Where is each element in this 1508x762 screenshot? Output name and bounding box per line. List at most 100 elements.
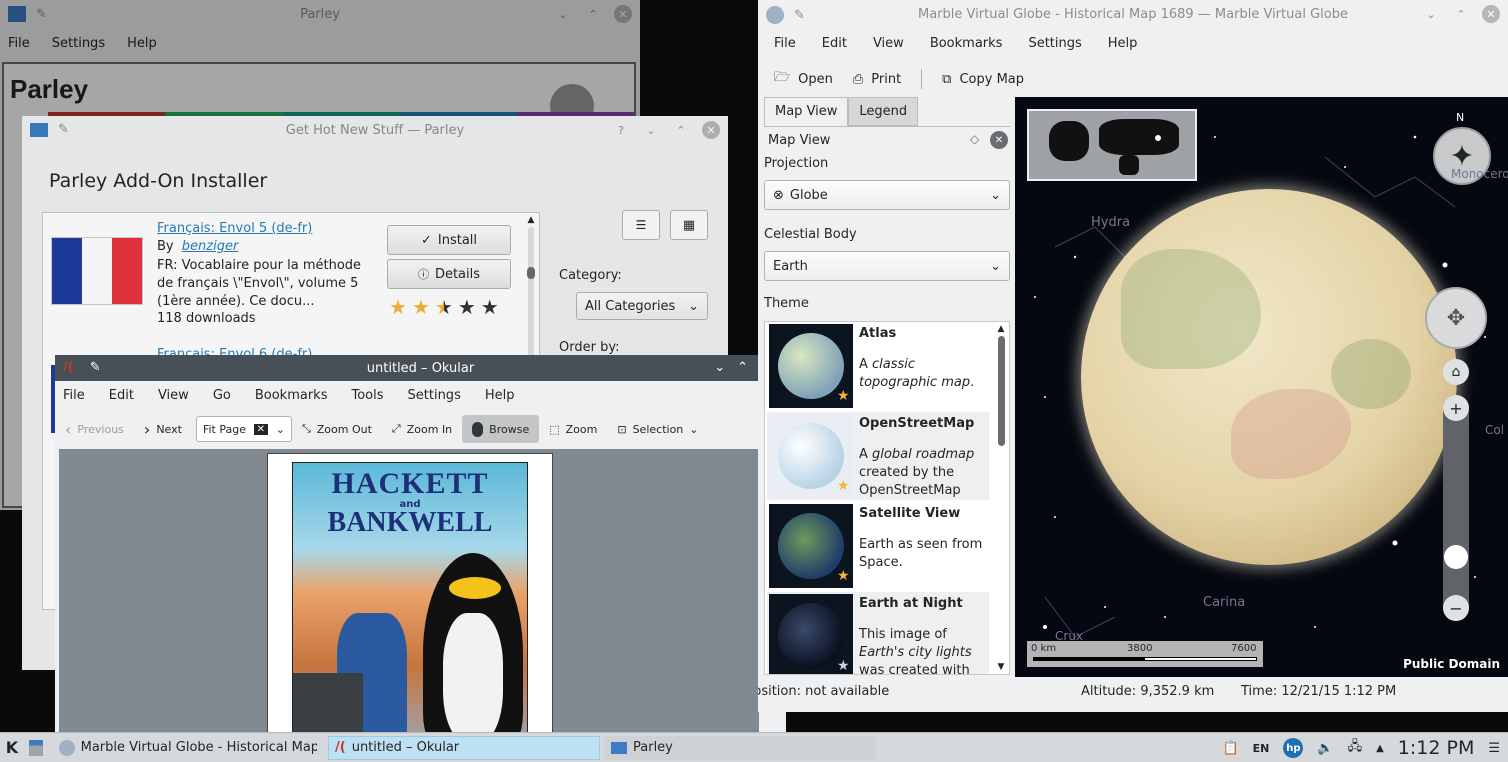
menu-help[interactable]: Help <box>127 36 157 51</box>
pin-icon[interactable]: ✎ <box>36 7 47 22</box>
previous-button[interactable]: ‹ Previous <box>55 415 134 443</box>
celestial-body-select[interactable]: Earth ⌄ <box>764 251 1010 281</box>
show-desktop-button[interactable] <box>24 736 48 760</box>
menu-go[interactable]: Go <box>213 388 231 403</box>
menu-bookmarks[interactable]: Bookmarks <box>930 36 1003 51</box>
author-link[interactable]: benziger <box>182 239 239 254</box>
close-panel-icon[interactable]: ✕ <box>990 131 1008 149</box>
minus-icon: − <box>1449 598 1463 618</box>
zoom-in-button[interactable]: ⤢ Zoom In <box>382 415 462 443</box>
print-button[interactable]: ⎙ Print <box>853 72 901 87</box>
close-icon[interactable]: ✕ <box>1482 5 1500 23</box>
addon-title-link[interactable]: Français: Envol 5 (de-fr) <box>157 221 312 236</box>
navigation-pad[interactable]: ✥ <box>1425 287 1487 349</box>
by-label: By <box>157 239 174 254</box>
menu-help[interactable]: Help <box>1108 36 1138 51</box>
maximize-icon[interactable]: ⌃ <box>672 121 690 139</box>
document-view[interactable]: HACKETT and BANKWELL ▲ <box>59 449 781 735</box>
zoom-out-button[interactable]: − <box>1443 595 1469 621</box>
application-launcher[interactable]: K <box>0 733 24 762</box>
scroll-down-icon[interactable]: ▼ <box>995 662 1007 672</box>
keyboard-layout[interactable]: EN <box>1253 742 1270 755</box>
tab-map-view[interactable]: Map View <box>764 97 849 126</box>
panel-config-icon[interactable]: ☰ <box>1488 741 1500 756</box>
minimize-icon[interactable]: ⌄ <box>554 5 572 23</box>
maximize-icon[interactable]: ⌃ <box>1452 5 1470 23</box>
globe-map-view[interactable]: ✦ N Hydra Monoceros Carina Crux Col ✥ ⌂ … <box>1015 97 1508 677</box>
menu-edit[interactable]: Edit <box>822 36 847 51</box>
minimize-icon[interactable]: ⌄ <box>714 360 725 375</box>
overview-minimap[interactable] <box>1027 109 1197 181</box>
theme-list[interactable]: ★ Atlas A classic topographic map. ★ Ope… <box>764 321 1010 675</box>
details-button[interactable]: ⓘ Details <box>387 259 511 289</box>
menu-settings[interactable]: Settings <box>52 36 105 51</box>
menu-file[interactable]: File <box>8 36 30 51</box>
task-marble[interactable]: Marble Virtual Globe - Historical Map 16… <box>52 736 324 760</box>
tray-expand-icon[interactable]: ▲ <box>1376 743 1384 754</box>
menu-file[interactable]: File <box>774 36 796 51</box>
globe[interactable] <box>1081 189 1457 565</box>
minimize-icon[interactable]: ⌄ <box>642 121 660 139</box>
zoom-in-button[interactable]: + <box>1443 395 1469 421</box>
menu-bookmarks[interactable]: Bookmarks <box>255 388 328 403</box>
clear-icon[interactable]: ✕ <box>253 423 269 435</box>
continent-shape <box>1231 389 1351 479</box>
tab-legend[interactable]: Legend <box>848 97 919 126</box>
zoom-tool-button[interactable]: ⬚ Zoom <box>539 415 607 443</box>
scroll-thumb[interactable] <box>997 336 1005 446</box>
maximize-icon[interactable]: ⌃ <box>584 5 602 23</box>
copy-map-button[interactable]: ⧉ Copy Map <box>942 72 1024 87</box>
menu-file[interactable]: File <box>63 388 85 403</box>
zoom-slider-handle[interactable] <box>1444 545 1468 569</box>
close-icon[interactable]: ✕ <box>614 5 632 23</box>
maximize-icon[interactable]: ⌃ <box>737 360 748 375</box>
grid-view-button[interactable]: ▦ <box>670 210 708 240</box>
theme-scrollbar[interactable]: ▲ ▼ <box>995 324 1007 672</box>
list-view-button[interactable]: ☰ <box>622 210 660 240</box>
open-button[interactable]: 🗁 Open <box>774 68 833 90</box>
scroll-up-icon[interactable]: ▲ <box>995 324 1007 334</box>
scroll-up-icon[interactable]: ▲ <box>525 215 537 225</box>
pin-icon[interactable]: ✎ <box>90 360 101 375</box>
car-illustration <box>293 673 363 735</box>
browse-tool-button[interactable]: Browse <box>462 415 540 443</box>
pin-icon[interactable]: ✎ <box>58 122 69 137</box>
menu-settings[interactable]: Settings <box>408 388 461 403</box>
theme-description: Earth as seen from Space. <box>859 537 983 570</box>
theme-item-atlas[interactable]: ★ Atlas A classic topographic map. <box>767 322 989 410</box>
menu-view[interactable]: View <box>873 36 904 51</box>
next-button[interactable]: › Next <box>134 415 192 443</box>
home-button[interactable]: ⌂ <box>1443 359 1469 385</box>
category-select[interactable]: All Categories ⌄ <box>576 292 708 320</box>
help-icon[interactable]: ? <box>612 121 630 139</box>
license-label[interactable]: Public Domain <box>1403 657 1500 671</box>
pin-icon[interactable]: ✎ <box>794 8 805 23</box>
rating-stars[interactable]: ★ ★ ★ ★ ★ <box>389 295 499 319</box>
task-parley[interactable]: Parley <box>604 735 876 760</box>
chevron-down-icon[interactable]: ⌄ <box>689 423 698 436</box>
menu-view[interactable]: View <box>158 388 189 403</box>
clock[interactable]: 1:12 PM <box>1398 737 1475 759</box>
menu-tools[interactable]: Tools <box>351 388 383 403</box>
zoom-combo[interactable]: Fit Page ✕ ⌄ <box>195 416 292 442</box>
selection-tool-button[interactable]: ⊡ Selection ⌄ <box>607 415 708 443</box>
hp-printer-icon[interactable]: hp <box>1283 738 1304 758</box>
projection-select[interactable]: ⊗ Globe ⌄ <box>764 180 1010 210</box>
zoom-out-button[interactable]: ⤡ Zoom Out <box>292 415 382 443</box>
network-icon[interactable]: 🖧 <box>1348 737 1363 759</box>
theme-item-openstreetmap[interactable]: ★ OpenStreetMap A global roadmap created… <box>767 412 989 500</box>
menu-edit[interactable]: Edit <box>109 388 134 403</box>
close-icon[interactable]: ✕ <box>702 121 720 139</box>
theme-item-earth-at-night[interactable]: ★ Earth at Night This image of Earth's c… <box>767 592 989 674</box>
zoom-slider[interactable]: + − <box>1443 395 1469 621</box>
menu-settings[interactable]: Settings <box>1028 36 1081 51</box>
task-okular[interactable]: /( untitled – Okular <box>328 735 600 760</box>
volume-icon[interactable]: 🔈 <box>1317 741 1333 756</box>
theme-item-satellite-view[interactable]: ★ Satellite View Earth as seen from Spac… <box>767 502 989 590</box>
scroll-thumb[interactable] <box>527 267 535 279</box>
clipboard-icon[interactable]: 📋 <box>1222 741 1238 756</box>
menu-help[interactable]: Help <box>485 388 515 403</box>
float-icon[interactable]: ◇ <box>970 132 979 146</box>
minimize-icon[interactable]: ⌄ <box>1422 5 1440 23</box>
install-button[interactable]: ✓ Install <box>387 225 511 255</box>
